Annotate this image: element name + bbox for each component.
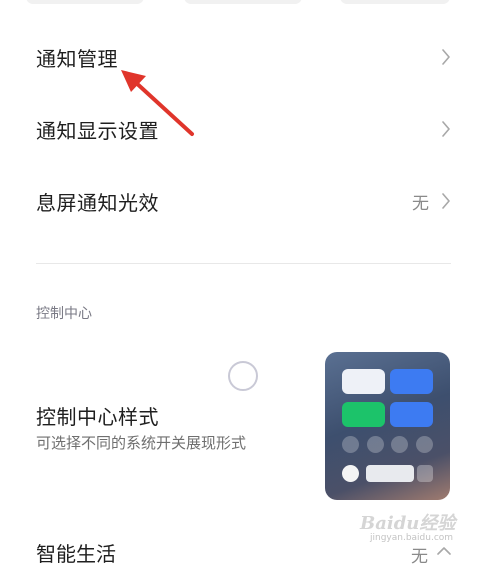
preview-tile xyxy=(342,402,385,427)
preview-dot xyxy=(416,436,433,453)
watermark-brand: Baidu经验 xyxy=(360,513,456,534)
preview-tile xyxy=(417,465,433,482)
preview-dot xyxy=(367,436,384,453)
preview-dot xyxy=(342,436,359,453)
preview-tile xyxy=(366,465,414,482)
chevron-right-icon xyxy=(442,193,450,209)
preview-tile xyxy=(390,402,433,427)
row-right: 无 xyxy=(412,189,451,214)
section-title: 控制中心 xyxy=(36,306,92,322)
chevron-right-icon xyxy=(442,121,450,137)
preview-tile xyxy=(390,369,433,394)
notification-management-row[interactable]: 通知管理 xyxy=(36,29,451,85)
notification-display-settings-row[interactable]: 通知显示设置 xyxy=(36,101,451,157)
divider xyxy=(36,263,451,264)
row-right xyxy=(441,49,451,65)
row-right xyxy=(441,121,451,137)
preview-dot xyxy=(342,465,359,482)
screen-off-notification-light-row[interactable]: 息屏通知光效 无 xyxy=(36,173,451,229)
chevron-right-icon xyxy=(442,49,450,65)
baidu-watermark: Baidu经验 jingyan.baidu.com xyxy=(360,505,460,555)
row-label: 息屏通知光效 xyxy=(36,190,159,215)
top-card[interactable] xyxy=(26,0,144,4)
row-value: 无 xyxy=(412,193,429,214)
row-label: 通知显示设置 xyxy=(36,118,159,143)
control-center-preview-image[interactable] xyxy=(325,352,450,500)
control-center-style-title[interactable]: 控制中心样式 xyxy=(36,401,159,430)
preview-dot xyxy=(391,436,408,453)
smart-life-label[interactable]: 智能生活 xyxy=(36,538,116,567)
loading-spinner-icon xyxy=(228,361,258,391)
preview-tile xyxy=(342,369,385,394)
top-card[interactable] xyxy=(340,0,450,4)
watermark-url: jingyan.baidu.com xyxy=(370,533,454,543)
control-center-style-subtitle: 可选择不同的系统开关展现形式 xyxy=(36,434,247,452)
row-label: 通知管理 xyxy=(36,46,118,71)
top-card[interactable] xyxy=(184,0,302,4)
